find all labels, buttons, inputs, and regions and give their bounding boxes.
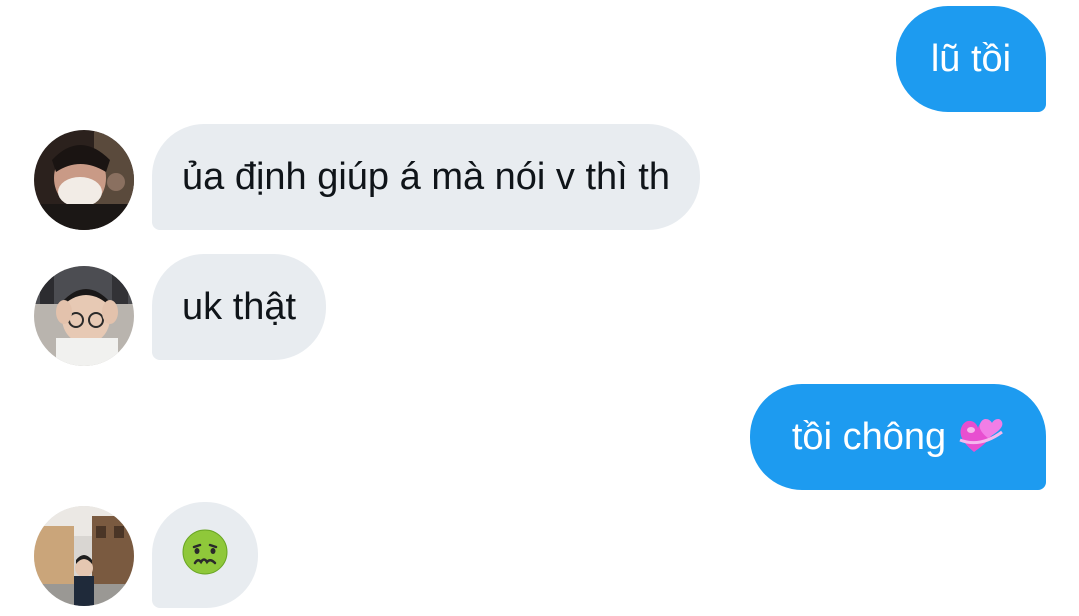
sender-avatar[interactable] [34, 130, 134, 230]
nauseated-face-emoji-icon [181, 528, 229, 583]
incoming-message-bubble[interactable]: uk thật [152, 254, 327, 360]
message-text: uk thật [182, 286, 297, 328]
outgoing-message-bubble[interactable]: tồi chông [750, 384, 1046, 490]
sender-avatar[interactable] [34, 506, 134, 606]
avatar-person-glasses-image [34, 266, 134, 366]
outgoing-message-bubble[interactable]: lũ tồi [896, 6, 1046, 112]
incoming-message-bubble[interactable] [152, 502, 258, 608]
sender-avatar[interactable] [34, 266, 134, 366]
avatar-person-street-image [34, 506, 134, 606]
two-hearts-emoji-icon [958, 414, 1004, 461]
incoming-message-bubble[interactable]: ủa định giúp á mà nói v thì th [152, 124, 700, 230]
message-text: ủa định giúp á mà nói v thì th [182, 156, 670, 198]
message-text: lũ tồi [930, 38, 1012, 80]
avatar-person-mask-image [34, 130, 134, 230]
message-text: tồi chông [791, 416, 947, 458]
